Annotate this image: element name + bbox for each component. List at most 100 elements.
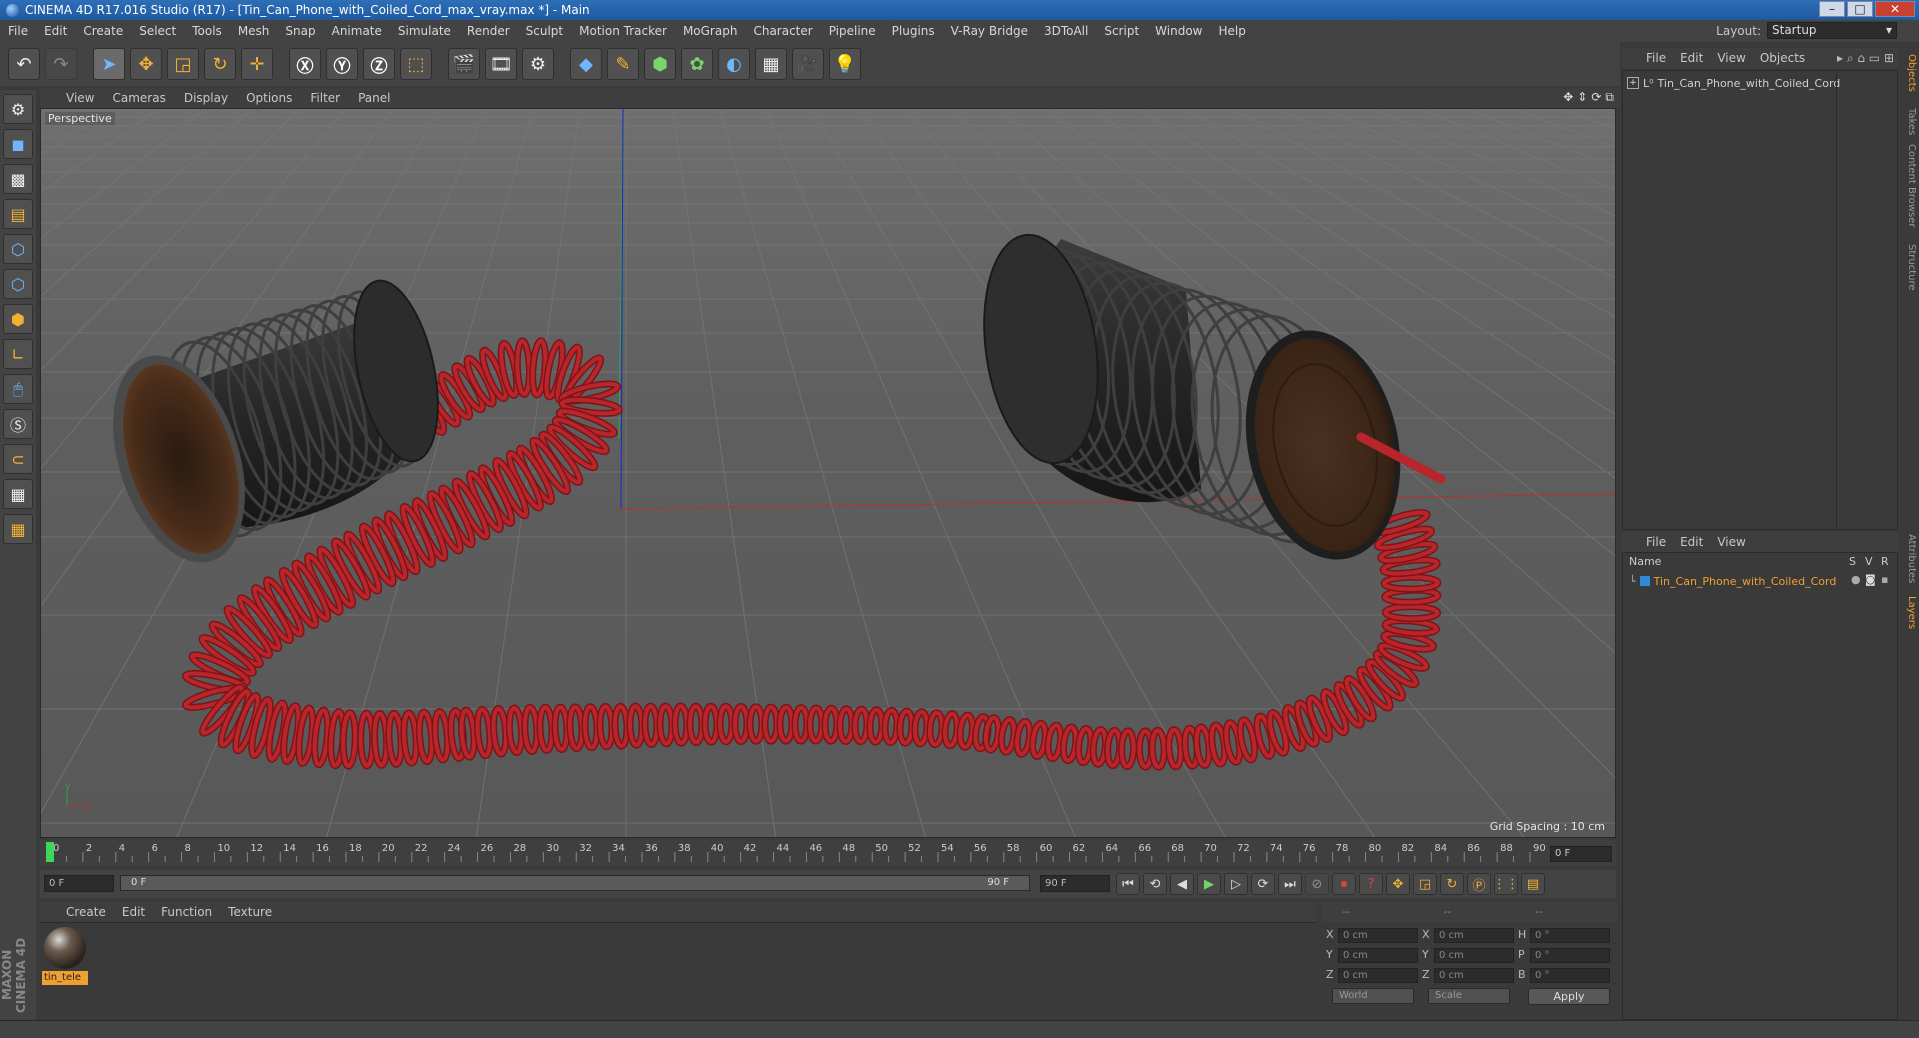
layer-row[interactable]: └ Tin_Can_Phone_with_Coiled_Cord bbox=[1629, 573, 1836, 589]
menu-plugins[interactable]: Plugins bbox=[884, 24, 943, 38]
previous-frame-icon[interactable]: ◀ bbox=[1170, 873, 1194, 895]
menu-edit[interactable]: Edit bbox=[36, 24, 75, 38]
subdivision-surface-icon[interactable]: ⬢ bbox=[644, 48, 676, 80]
key-parameter-icon[interactable]: Ⓟ bbox=[1467, 873, 1491, 895]
autokeying-icon[interactable]: ? bbox=[1359, 873, 1383, 895]
next-keyframe-icon[interactable]: ⟳ bbox=[1251, 873, 1275, 895]
size-mode-dropdown[interactable]: Scale bbox=[1428, 988, 1510, 1004]
floor-icon[interactable]: ▦ bbox=[755, 48, 787, 80]
redo-icon[interactable]: ↷ bbox=[45, 48, 77, 80]
axis-mode-icon[interactable]: ∟ bbox=[3, 339, 33, 369]
y-axis-lock-icon[interactable]: Ⓨ bbox=[326, 48, 358, 80]
menu-snap[interactable]: Snap bbox=[277, 24, 323, 38]
timeline-window-icon[interactable]: ▤ bbox=[1521, 873, 1545, 895]
dolly-view-icon[interactable]: ⇕ bbox=[1577, 90, 1587, 105]
menu-simulate[interactable]: Simulate bbox=[390, 24, 459, 38]
material-menu-function[interactable]: Function bbox=[161, 905, 212, 919]
previous-keyframe-icon[interactable]: ⟲ bbox=[1143, 873, 1167, 895]
key-scale-icon[interactable]: ◲ bbox=[1413, 873, 1437, 895]
light-icon[interactable]: 💡 bbox=[829, 48, 861, 80]
rotation-b-field[interactable]: 0 ° bbox=[1530, 968, 1610, 983]
make-editable-icon[interactable]: ⚙ bbox=[3, 94, 33, 124]
menu-render[interactable]: Render bbox=[459, 24, 518, 38]
menu-select[interactable]: Select bbox=[131, 24, 184, 38]
playhead[interactable] bbox=[46, 842, 54, 862]
tab-objects[interactable]: Objects bbox=[1902, 54, 1917, 92]
cloner-icon[interactable]: ✿ bbox=[681, 48, 713, 80]
render-picture-viewer-icon[interactable]: 🎞 bbox=[485, 48, 517, 80]
texture-mode-icon[interactable]: ▩ bbox=[3, 164, 33, 194]
layer-visibility-icon[interactable]: ◙ bbox=[1865, 573, 1876, 586]
material-menu-edit[interactable]: Edit bbox=[122, 905, 145, 919]
material-name-label[interactable]: tin_tele bbox=[42, 971, 88, 985]
object-row[interactable]: + L⁰ Tin_Can_Phone_with_Coiled_Cord bbox=[1627, 75, 1840, 91]
apply-button[interactable]: Apply bbox=[1528, 988, 1610, 1005]
menu-motion-tracker[interactable]: Motion Tracker bbox=[571, 24, 675, 38]
key-point-level-icon[interactable]: ⋮⋮ bbox=[1493, 873, 1519, 895]
polygons-mode-icon[interactable]: ⬢ bbox=[3, 304, 33, 334]
menu-mesh[interactable]: Mesh bbox=[230, 24, 278, 38]
render-view-icon[interactable]: 🎬 bbox=[448, 48, 480, 80]
maximize-view-icon[interactable]: ⧉ bbox=[1605, 90, 1614, 105]
live-selection-icon[interactable]: ➤ bbox=[93, 48, 125, 80]
menu-script[interactable]: Script bbox=[1096, 24, 1147, 38]
expand-icon[interactable]: + bbox=[1627, 77, 1639, 89]
3d-viewport[interactable]: y x Perspective Grid Spacing : 10 cm bbox=[40, 108, 1616, 838]
menu-create[interactable]: Create bbox=[75, 24, 131, 38]
tweak-mode-icon[interactable]: 🖱 bbox=[3, 374, 33, 404]
planar-workplane-icon[interactable]: ▦ bbox=[3, 514, 33, 544]
menu-sculpt[interactable]: Sculpt bbox=[518, 24, 571, 38]
camera-icon[interactable]: 🎥 bbox=[792, 48, 824, 80]
model-mode-icon[interactable]: ◼ bbox=[3, 129, 33, 159]
material-menu-create[interactable]: Create bbox=[66, 905, 106, 919]
position-y-field[interactable]: 0 cm bbox=[1338, 948, 1418, 963]
menu-mograph[interactable]: MoGraph bbox=[675, 24, 746, 38]
next-frame-icon[interactable]: ▷ bbox=[1224, 873, 1248, 895]
rotate-tool-icon[interactable]: ↻ bbox=[204, 48, 236, 80]
material-preview-sphere[interactable] bbox=[44, 927, 86, 969]
position-z-field[interactable]: 0 cm bbox=[1338, 968, 1418, 983]
key-rotation-icon[interactable]: ↻ bbox=[1440, 873, 1464, 895]
key-position-icon[interactable]: ✥ bbox=[1386, 873, 1410, 895]
layer-color-swatch[interactable] bbox=[1639, 576, 1650, 586]
menu-help[interactable]: Help bbox=[1210, 24, 1253, 38]
edges-mode-icon[interactable]: ⬡ bbox=[3, 269, 33, 299]
minimize-button[interactable]: – bbox=[1819, 1, 1845, 17]
close-button[interactable]: ✕ bbox=[1875, 1, 1915, 17]
material-menu-texture[interactable]: Texture bbox=[228, 905, 272, 919]
current-frame-field[interactable]: 0 F bbox=[1550, 846, 1612, 862]
layout-dropdown[interactable]: Startup bbox=[1767, 22, 1897, 39]
solo-icon[interactable]: Ⓢ bbox=[3, 409, 33, 439]
deformer-icon[interactable]: ◐ bbox=[718, 48, 750, 80]
play-icon[interactable]: ▶ bbox=[1197, 873, 1221, 895]
size-z-field[interactable]: 0 cm bbox=[1434, 968, 1514, 983]
layer-menu-edit[interactable]: Edit bbox=[1680, 535, 1703, 549]
tab-content-browser[interactable]: Content Browser bbox=[1902, 144, 1917, 227]
object-name[interactable]: Tin_Can_Phone_with_Coiled_Cord bbox=[1658, 77, 1841, 90]
go-to-end-icon[interactable]: ⏭ bbox=[1278, 873, 1302, 895]
rotation-p-field[interactable]: 0 ° bbox=[1530, 948, 1610, 963]
object-menu-view[interactable]: View bbox=[1717, 51, 1745, 65]
coordinate-space-dropdown[interactable]: World bbox=[1332, 988, 1414, 1004]
move-tool-icon[interactable]: ✥ bbox=[130, 48, 162, 80]
start-frame-field[interactable]: 0 F bbox=[44, 875, 114, 892]
rotation-h-field[interactable]: 0 ° bbox=[1530, 928, 1610, 943]
record-active-objects-icon[interactable]: ⏺ bbox=[1332, 873, 1356, 895]
cube-object-icon[interactable]: ◆ bbox=[570, 48, 602, 80]
position-x-field[interactable]: 0 cm bbox=[1338, 928, 1418, 943]
menu-pipeline[interactable]: Pipeline bbox=[821, 24, 884, 38]
viewport-menu-filter[interactable]: Filter bbox=[310, 91, 340, 105]
size-y-field[interactable]: 0 cm bbox=[1434, 948, 1514, 963]
workplane-mode-icon[interactable]: ▤ bbox=[3, 199, 33, 229]
object-menu-file[interactable]: File bbox=[1646, 51, 1666, 65]
render-settings-icon[interactable]: ⚙ bbox=[522, 48, 554, 80]
menu-tools[interactable]: Tools bbox=[184, 24, 230, 38]
coordinate-system-icon[interactable]: ⬚ bbox=[400, 48, 432, 80]
layer-name[interactable]: Tin_Can_Phone_with_Coiled_Cord bbox=[1654, 575, 1837, 588]
viewport-menu-view[interactable]: View bbox=[66, 91, 94, 105]
preview-range-slider[interactable]: 0 F 90 F bbox=[120, 875, 1030, 891]
object-manager-tools-icon[interactable]: ▸ ⌕ ⌂ ▭ ⊞ bbox=[1837, 51, 1894, 66]
go-to-start-icon[interactable]: ⏮ bbox=[1116, 873, 1140, 895]
object-menu-objects[interactable]: Objects bbox=[1760, 51, 1805, 65]
pen-spline-icon[interactable]: ✎ bbox=[607, 48, 639, 80]
